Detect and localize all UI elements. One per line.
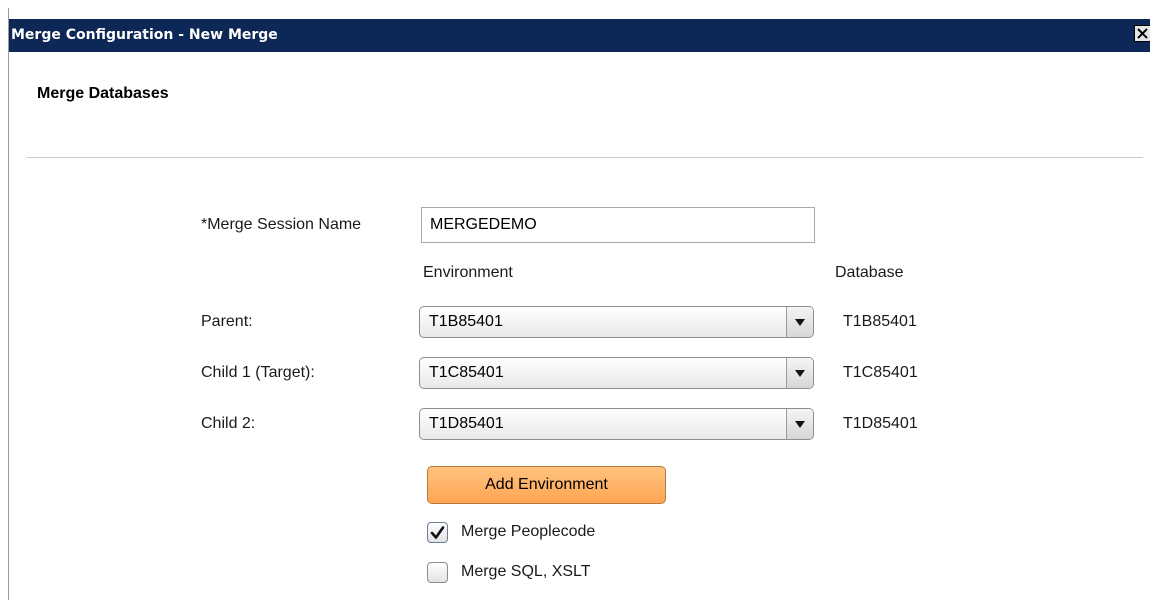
session-name-label: *Merge Session Name [201, 216, 362, 233]
window-titlebar: Merge Configuration - New Merge [9, 19, 1150, 52]
section-divider [27, 157, 1143, 158]
dropdown-arrow-icon[interactable] [786, 358, 813, 388]
child2-database-value: T1D85401 [843, 415, 918, 432]
parent-environment-value: T1B85401 [429, 313, 503, 330]
parent-environment-select[interactable]: T1B85401 [419, 306, 814, 338]
child2-environment-select[interactable]: T1D85401 [419, 408, 814, 440]
parent-database-value: T1B85401 [843, 313, 917, 330]
dropdown-arrow-icon[interactable] [786, 409, 813, 439]
child2-label: Child 2: [201, 415, 256, 432]
close-icon [1137, 28, 1148, 39]
child2-environment-value: T1D85401 [429, 415, 504, 432]
database-column-header: Database [835, 264, 904, 281]
close-button[interactable] [1134, 25, 1150, 42]
dropdown-arrow-icon[interactable] [786, 307, 813, 337]
child1-database-value: T1C85401 [843, 364, 918, 381]
session-name-input[interactable] [421, 207, 815, 243]
merge-configuration-window: Merge Configuration - New Merge Merge Da… [8, 8, 1150, 600]
merge-peoplecode-label[interactable]: Merge Peoplecode [461, 523, 595, 541]
section-title: Merge Databases [37, 85, 169, 102]
child1-environment-value: T1C85401 [429, 364, 504, 381]
environment-column-header: Environment [423, 264, 513, 281]
merge-sql-xslt-label[interactable]: Merge SQL, XSLT [461, 563, 591, 581]
child1-environment-select[interactable]: T1C85401 [419, 357, 814, 389]
merge-sql-xslt-checkbox[interactable] [427, 562, 448, 583]
add-environment-button[interactable]: Add Environment [427, 466, 666, 504]
parent-label: Parent: [201, 313, 253, 330]
checkmark-icon [430, 525, 445, 539]
merge-peoplecode-checkbox[interactable] [427, 522, 448, 543]
child1-label: Child 1 (Target): [201, 364, 315, 381]
window-title: Merge Configuration - New Merge [11, 27, 278, 43]
